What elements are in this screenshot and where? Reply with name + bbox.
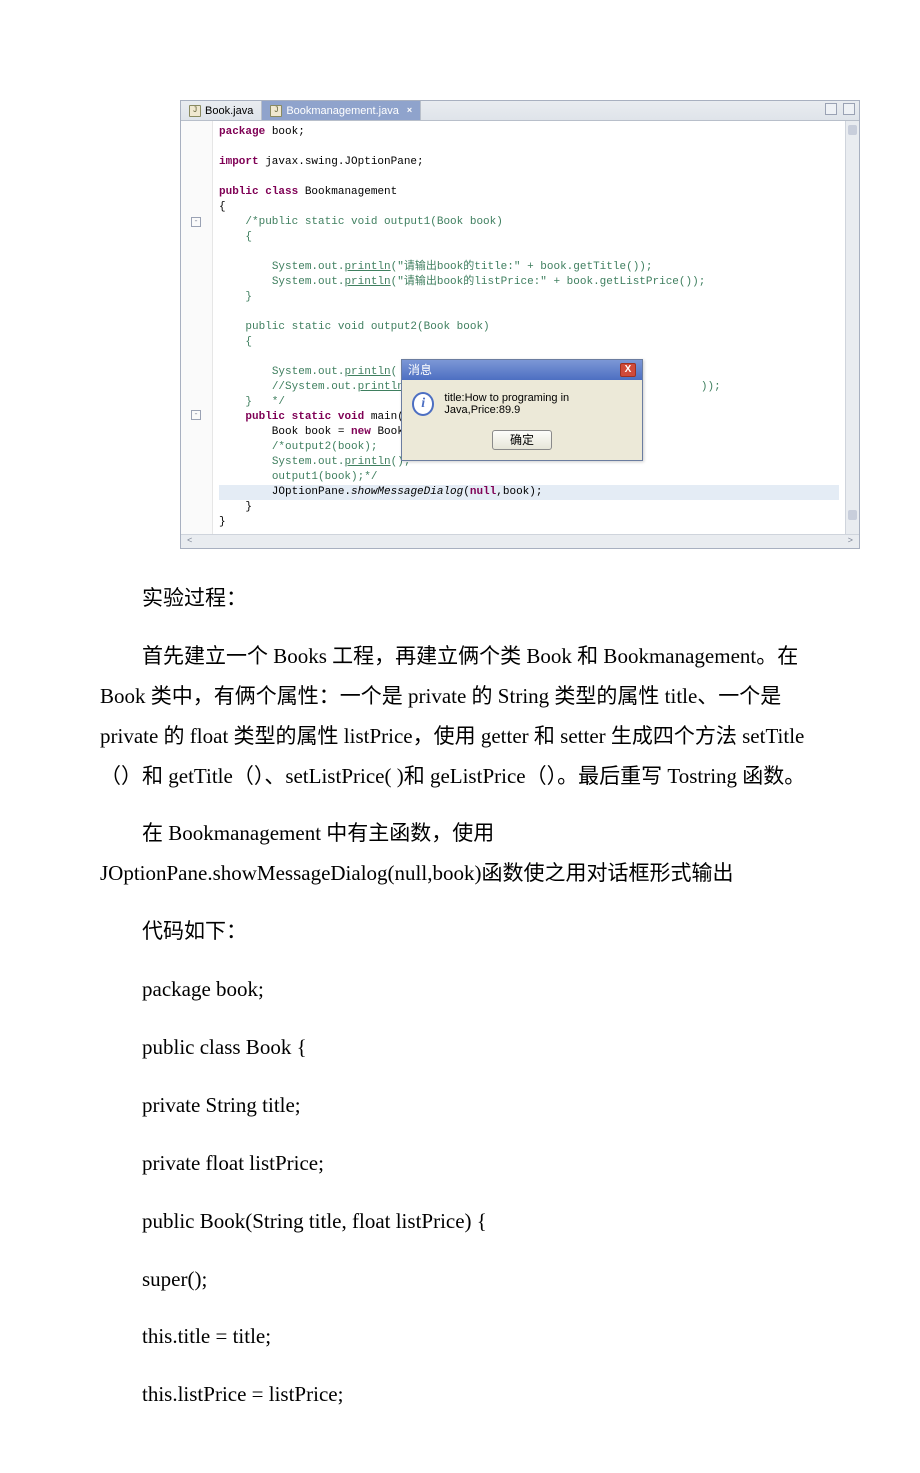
maximize-icon[interactable] xyxy=(843,103,855,115)
close-icon[interactable]: X xyxy=(620,363,636,377)
close-icon[interactable]: × xyxy=(407,106,412,115)
scroll-down-icon[interactable] xyxy=(848,510,857,520)
dialog-title-text: 消息 xyxy=(408,360,432,380)
horizontal-scrollbar[interactable]: < > xyxy=(181,534,859,548)
minimize-icon[interactable] xyxy=(825,103,837,115)
fold-marker-icon[interactable]: - xyxy=(191,410,201,420)
info-icon: i xyxy=(412,392,434,416)
dialog-message: title:How to programing in Java,Price:89… xyxy=(444,392,632,416)
paragraph: 实验过程： xyxy=(100,579,820,619)
vertical-scrollbar[interactable] xyxy=(845,121,859,534)
fold-marker-icon[interactable]: - xyxy=(191,217,201,227)
tab-label: Book.java xyxy=(205,105,253,117)
editor-gutter: - - xyxy=(181,121,213,534)
tab-label: Bookmanagement.java xyxy=(286,105,399,117)
message-dialog: 消息 X i title:How to programing in Java,P… xyxy=(401,359,643,461)
java-file-icon: J xyxy=(270,105,282,117)
ide-editor: J Book.java J Bookmanagement.java × - - … xyxy=(180,100,860,549)
code-line: private String title; xyxy=(100,1086,820,1126)
document-body: 实验过程： 首先建立一个 Books 工程，再建立俩个类 Book 和 Book… xyxy=(100,579,820,1415)
tab-book-java[interactable]: J Book.java xyxy=(181,101,262,120)
editor-tool-icons xyxy=(825,103,855,115)
code-line: super(); xyxy=(100,1260,820,1300)
code-line: this.listPrice = listPrice; xyxy=(100,1375,820,1415)
editor-tabbar: J Book.java J Bookmanagement.java × xyxy=(181,101,859,121)
paragraph: 在 Bookmanagement 中有主函数，使用JOptionPane.sho… xyxy=(100,814,820,894)
scroll-up-icon[interactable] xyxy=(848,125,857,135)
paragraph: 首先建立一个 Books 工程，再建立俩个类 Book 和 Bookmanage… xyxy=(100,637,820,797)
ok-button[interactable]: 确定 xyxy=(492,430,552,450)
code-area[interactable]: package book; import javax.swing.JOption… xyxy=(213,121,845,534)
dialog-titlebar: 消息 X xyxy=(402,360,642,380)
code-line: public class Book { xyxy=(100,1028,820,1068)
code-line: private float listPrice; xyxy=(100,1144,820,1184)
paragraph: 代码如下： xyxy=(100,912,820,952)
java-file-icon: J xyxy=(189,105,201,117)
scroll-left-icon[interactable]: < xyxy=(187,537,192,546)
scroll-right-icon[interactable]: > xyxy=(848,537,853,546)
tab-bookmanagement-java[interactable]: J Bookmanagement.java × xyxy=(262,101,421,120)
code-line: package book; xyxy=(100,970,820,1010)
code-line: public Book(String title, float listPric… xyxy=(100,1202,820,1242)
code-line: this.title = title; xyxy=(100,1317,820,1357)
